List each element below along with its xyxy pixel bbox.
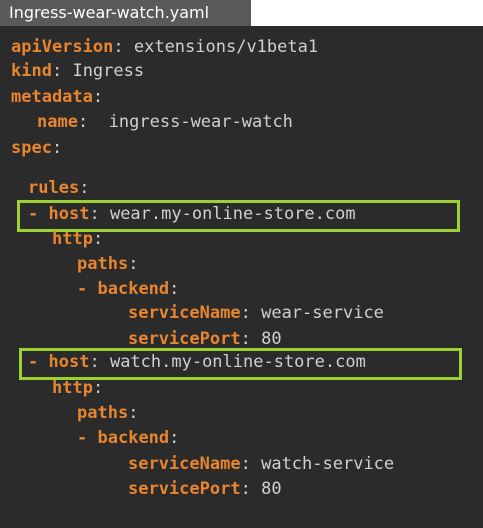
code-line-servicename-wear: serviceName: wear-service bbox=[128, 302, 384, 324]
yaml-colon: : bbox=[92, 87, 104, 107]
code-line-apiversion: apiVersion: extensions/v1beta1 bbox=[11, 36, 318, 58]
code-line-backend: - backend: bbox=[77, 427, 179, 449]
list-dash: - bbox=[77, 279, 88, 299]
yaml-colon: : bbox=[92, 229, 104, 249]
yaml-key-host: host bbox=[48, 352, 90, 372]
tab-bar-empty-area bbox=[251, 0, 483, 26]
yaml-key-serviceport: servicePort bbox=[128, 479, 241, 499]
code-editor[interactable]: apiVersion: extensions/v1beta1 kind: Ing… bbox=[0, 26, 483, 528]
yaml-key-host: host bbox=[48, 204, 90, 224]
yaml-colon: : bbox=[169, 428, 180, 448]
yaml-key-http: http bbox=[52, 229, 93, 249]
list-dash: - bbox=[28, 204, 39, 224]
yaml-colon: : bbox=[240, 329, 251, 349]
code-line-serviceport-watch: servicePort: 80 bbox=[128, 478, 282, 500]
code-line-paths: paths: bbox=[77, 402, 138, 424]
yaml-key-backend: backend bbox=[97, 428, 170, 448]
code-line-servicename-watch: serviceName: watch-service bbox=[128, 453, 394, 475]
yaml-colon: : bbox=[128, 254, 139, 274]
yaml-value-host-wear: wear.my-online-store.com bbox=[109, 204, 356, 224]
yaml-value-serviceport-wear: 80 bbox=[261, 329, 282, 349]
yaml-value-serviceport-watch: 80 bbox=[261, 479, 282, 499]
yaml-colon: : bbox=[79, 178, 90, 198]
yaml-colon: : bbox=[92, 378, 104, 398]
yaml-value-servicename-watch: watch-service bbox=[261, 454, 395, 474]
yaml-key-paths: paths bbox=[77, 403, 129, 423]
code-line-kind: kind: Ingress bbox=[11, 60, 144, 82]
yaml-colon: : bbox=[89, 204, 100, 224]
yaml-value-servicename-wear: wear-service bbox=[261, 303, 384, 323]
yaml-key-backend: backend bbox=[97, 279, 170, 299]
code-line-spec: spec: bbox=[11, 137, 62, 159]
yaml-colon: : bbox=[77, 112, 89, 132]
yaml-colon: : bbox=[51, 138, 63, 158]
yaml-key-http: http bbox=[52, 378, 93, 398]
yaml-key-serviceport: servicePort bbox=[128, 329, 241, 349]
yaml-colon: : bbox=[89, 352, 100, 372]
yaml-colon: : bbox=[51, 61, 63, 81]
file-tab[interactable]: Ingress-wear-watch.yaml bbox=[0, 0, 251, 26]
yaml-value-apiversion: extensions/v1beta1 bbox=[133, 37, 319, 57]
yaml-value-host-watch: watch.my-online-store.com bbox=[109, 352, 366, 372]
yaml-key-servicename: serviceName bbox=[128, 454, 241, 474]
list-dash: - bbox=[77, 428, 88, 448]
code-line-rules: rules: bbox=[28, 177, 89, 199]
yaml-colon: : bbox=[240, 303, 251, 323]
list-dash: - bbox=[28, 352, 39, 372]
yaml-key-spec: spec bbox=[11, 138, 52, 158]
yaml-value-kind: Ingress bbox=[72, 61, 145, 81]
yaml-key-kind: kind bbox=[11, 61, 52, 81]
code-line-http: http: bbox=[52, 377, 103, 399]
yaml-key-rules: rules bbox=[28, 178, 80, 198]
yaml-colon: : bbox=[240, 454, 251, 474]
yaml-colon: : bbox=[240, 479, 251, 499]
code-line-metadata: metadata: bbox=[11, 86, 103, 108]
yaml-value-name: ingress-wear-watch bbox=[108, 112, 293, 132]
code-line-http: http: bbox=[52, 228, 103, 250]
code-line-paths: paths: bbox=[77, 253, 138, 275]
yaml-key-paths: paths bbox=[77, 254, 129, 274]
code-line-serviceport-wear: servicePort: 80 bbox=[128, 328, 282, 350]
code-line-backend: - backend: bbox=[77, 278, 179, 300]
yaml-key-apiversion: apiVersion bbox=[11, 37, 114, 57]
yaml-colon: : bbox=[169, 279, 180, 299]
code-line-host-wear: - host: wear.my-online-store.com bbox=[28, 203, 356, 225]
yaml-key-metadata: metadata bbox=[11, 87, 93, 107]
yaml-key-servicename: serviceName bbox=[128, 303, 241, 323]
code-line-host-watch: - host: watch.my-online-store.com bbox=[28, 351, 366, 373]
file-tab-label: Ingress-wear-watch.yaml bbox=[9, 3, 210, 22]
yaml-key-name: name bbox=[37, 112, 78, 132]
yaml-colon: : bbox=[128, 403, 139, 423]
yaml-colon: : bbox=[113, 37, 124, 57]
code-line-name: name: ingress-wear-watch bbox=[37, 111, 293, 133]
